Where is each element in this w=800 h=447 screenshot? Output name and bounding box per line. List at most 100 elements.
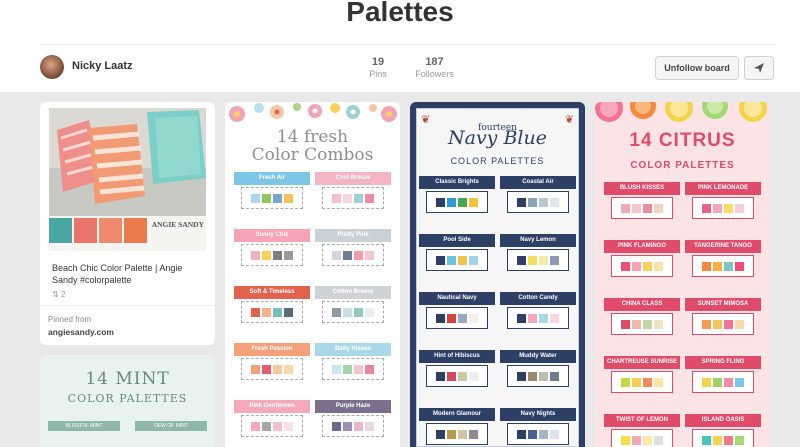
swatch	[343, 307, 352, 317]
palette-swatch-box	[507, 249, 569, 271]
swatch	[273, 193, 282, 203]
swatch	[632, 377, 641, 387]
palette-block: Pink Gentlemen	[234, 400, 310, 440]
swatch	[354, 193, 363, 203]
swatch	[74, 218, 97, 243]
palette-block: Pool Side	[419, 234, 495, 274]
palette-block: CHARTREUSE SUNRISE	[604, 356, 680, 396]
unfollow-board-button[interactable]: Unfollow board	[655, 56, 739, 80]
swatch	[436, 197, 445, 207]
palette-swatch-box	[507, 423, 569, 445]
swatch	[643, 435, 652, 445]
swatch	[724, 377, 733, 387]
repin-count-value: 2	[60, 290, 66, 299]
swatch	[735, 261, 744, 271]
swatch	[273, 364, 282, 374]
swatch	[654, 377, 663, 387]
pin-card-mint[interactable]: 14 MINT COLOR PALETTES BLISSFUL MINT DEW…	[40, 355, 215, 447]
pillow-photo	[49, 108, 206, 216]
palette-swatch-box	[692, 255, 754, 277]
pillows-illustration	[49, 108, 206, 216]
swatch	[273, 421, 282, 431]
pins-stat[interactable]: 19 Pins	[363, 56, 393, 79]
citrus-title-line2: COLOR PALETTES	[630, 160, 735, 171]
swatch	[528, 255, 537, 265]
palette-label: Pool Side	[419, 234, 495, 247]
palette-block: Sunny Chic	[234, 229, 310, 269]
swatch	[632, 319, 641, 329]
swatch	[469, 429, 478, 439]
palette-swatch-box	[611, 371, 673, 393]
swatch	[654, 203, 663, 213]
palette-label: Cool Breeze	[315, 172, 391, 185]
palette-label: SPRING FLING	[685, 356, 761, 369]
swatch	[539, 429, 548, 439]
followers-stat[interactable]: 187 Followers	[412, 56, 457, 79]
palette-label: Nautical Navy	[419, 292, 495, 305]
swatch	[343, 421, 352, 431]
palette-label: PINK FLAMINGO	[604, 240, 680, 253]
swatch	[458, 371, 467, 381]
swatch	[332, 364, 341, 374]
swatch	[469, 255, 478, 265]
swatch	[643, 261, 652, 271]
swatch	[284, 193, 293, 203]
swatch	[262, 250, 271, 260]
palette-block: Pretty Pink	[315, 229, 391, 269]
pins-label: Pins	[369, 69, 387, 79]
palette-block: ISLAND OASIS	[685, 414, 761, 447]
swatch	[550, 371, 559, 381]
palette-label: TWIST OF LEMON	[604, 414, 680, 427]
pin-source-link[interactable]: angiesandy.com	[48, 327, 114, 337]
board-owner-name[interactable]: Nicky Laatz	[72, 60, 133, 72]
swatch	[713, 435, 722, 445]
swatch	[273, 307, 282, 317]
followers-label: Followers	[415, 69, 454, 79]
swatch	[447, 313, 456, 323]
swatch	[539, 197, 548, 207]
swatch	[724, 435, 733, 445]
swatch	[458, 429, 467, 439]
swatch	[539, 371, 548, 381]
swatch	[332, 307, 341, 317]
send-button[interactable]	[744, 56, 774, 80]
palette-label: Cotton Candy	[500, 292, 576, 305]
pin-card-beach-chic[interactable]: ANGIE SANDY Beach Chic Color Palette | A…	[40, 102, 215, 345]
palette-label: Navy Nights	[500, 408, 576, 421]
swatch	[262, 193, 271, 203]
pin-card-fresh-combos[interactable]: 14 fresh Color Combos Fresh Air Cool Bree…	[225, 102, 400, 447]
mint-palette-label: BLISSFUL MINT	[48, 421, 120, 431]
swatch	[702, 435, 711, 445]
swatch	[724, 261, 733, 271]
pin-card-navy-blue[interactable]: ❦ ❦ fourteen Navy Blue COLOR PALETTES Cl…	[410, 102, 585, 447]
palette-label: Muddy Water	[500, 350, 576, 363]
swatch	[251, 193, 260, 203]
avatar[interactable]	[40, 55, 64, 79]
followers-count: 187	[425, 56, 444, 68]
swatch	[550, 255, 559, 265]
swatch	[469, 197, 478, 207]
swatch	[436, 255, 445, 265]
pin-card-citrus[interactable]: 14 CITRUS COLOR PALETTES BLUSH KISSES PIN…	[595, 102, 770, 447]
swatch	[332, 193, 341, 203]
palette-block: Nautical Navy	[419, 292, 495, 332]
palette-label: Cotton Breeze	[315, 286, 391, 299]
fresh-title: 14 fresh Color Combos	[225, 128, 400, 164]
pin-description[interactable]: Beach Chic Color Palette | Angie Sandy #…	[52, 262, 207, 286]
board-page: Palettes Nicky Laatz 19 Pins 187 Followe…	[0, 0, 800, 447]
swatch	[517, 429, 526, 439]
palette-block: Baby Kisses	[315, 343, 391, 383]
swatch	[354, 307, 363, 317]
swatch	[262, 307, 271, 317]
swatch	[643, 319, 652, 329]
palette-label: Sunny Chic	[234, 229, 310, 242]
palette-swatch-box	[241, 358, 303, 380]
swatch	[735, 203, 744, 213]
pinned-from-label: Pinned from	[48, 315, 92, 324]
swatch	[458, 197, 467, 207]
palette-block: Modern Glamour	[419, 408, 495, 447]
palette-label: CHINA CLASS	[604, 298, 680, 311]
palette-swatch-box	[692, 197, 754, 219]
pin-image[interactable]: ANGIE SANDY	[49, 108, 206, 251]
palette-label: Purple Haze	[315, 400, 391, 413]
